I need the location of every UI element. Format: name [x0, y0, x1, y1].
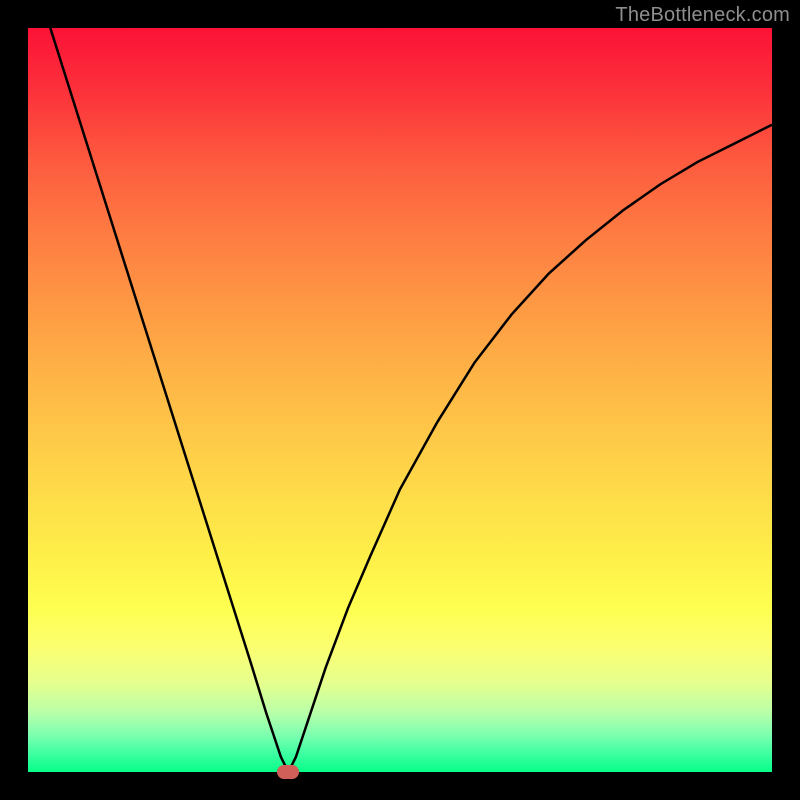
chart-area [28, 28, 772, 772]
watermark-text: TheBottleneck.com [615, 4, 790, 27]
optimal-point-marker [277, 765, 299, 779]
bottleneck-curve [28, 28, 772, 772]
